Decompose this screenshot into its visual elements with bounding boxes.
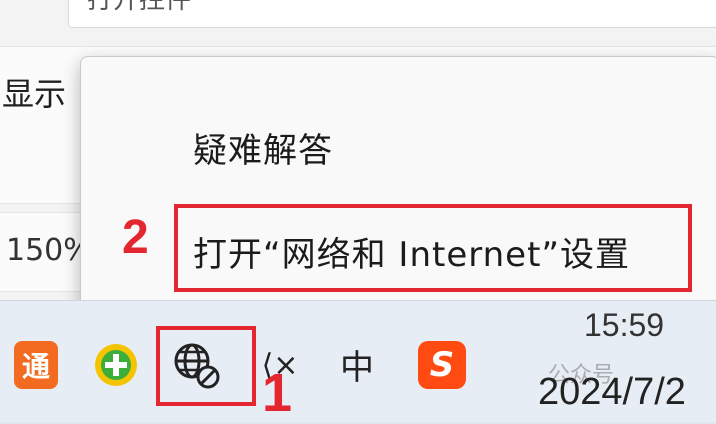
tong-app-glyph: 通 [21, 350, 50, 383]
settings-search-text: 打开控件 [87, 0, 192, 15]
taskbar: 通 ⟨× 中 S 公众号 15:59 2024/7/2 [0, 300, 716, 422]
settings-search-input[interactable]: 打开控件 [68, 0, 716, 28]
menu-item-open-network-settings-label: 打开“网络和 Internet”设置 [193, 235, 631, 275]
green-plus-app-icon[interactable] [92, 341, 140, 389]
sogou-input-glyph: S [429, 345, 455, 385]
volume-muted-icon[interactable]: ⟨× [258, 341, 302, 389]
sogou-input-icon[interactable]: S [418, 341, 466, 389]
menu-item-open-network-settings[interactable]: 打开“网络和 Internet”设置 [81, 205, 716, 291]
ime-chinese-icon[interactable]: 中 [332, 339, 382, 389]
clock-time[interactable]: 15:59 [584, 307, 664, 344]
network-globe-icon[interactable] [166, 337, 226, 393]
menu-item-troubleshoot[interactable]: 疑难解答 [81, 111, 716, 175]
display-label: 显示 [2, 75, 67, 113]
network-globe-svg [174, 343, 220, 389]
volume-muted-glyph: ⟨× [261, 347, 299, 383]
tong-app-icon[interactable]: 通 [14, 341, 58, 389]
ime-chinese-glyph: 中 [340, 347, 374, 388]
menu-item-troubleshoot-label: 疑难解答 [193, 131, 333, 171]
green-plus-svg [95, 344, 137, 386]
scale-value: 150% [6, 233, 92, 268]
network-context-menu: 疑难解答 打开“网络和 Internet”设置 [80, 56, 716, 330]
clock-date[interactable]: 2024/7/2 [538, 371, 686, 414]
